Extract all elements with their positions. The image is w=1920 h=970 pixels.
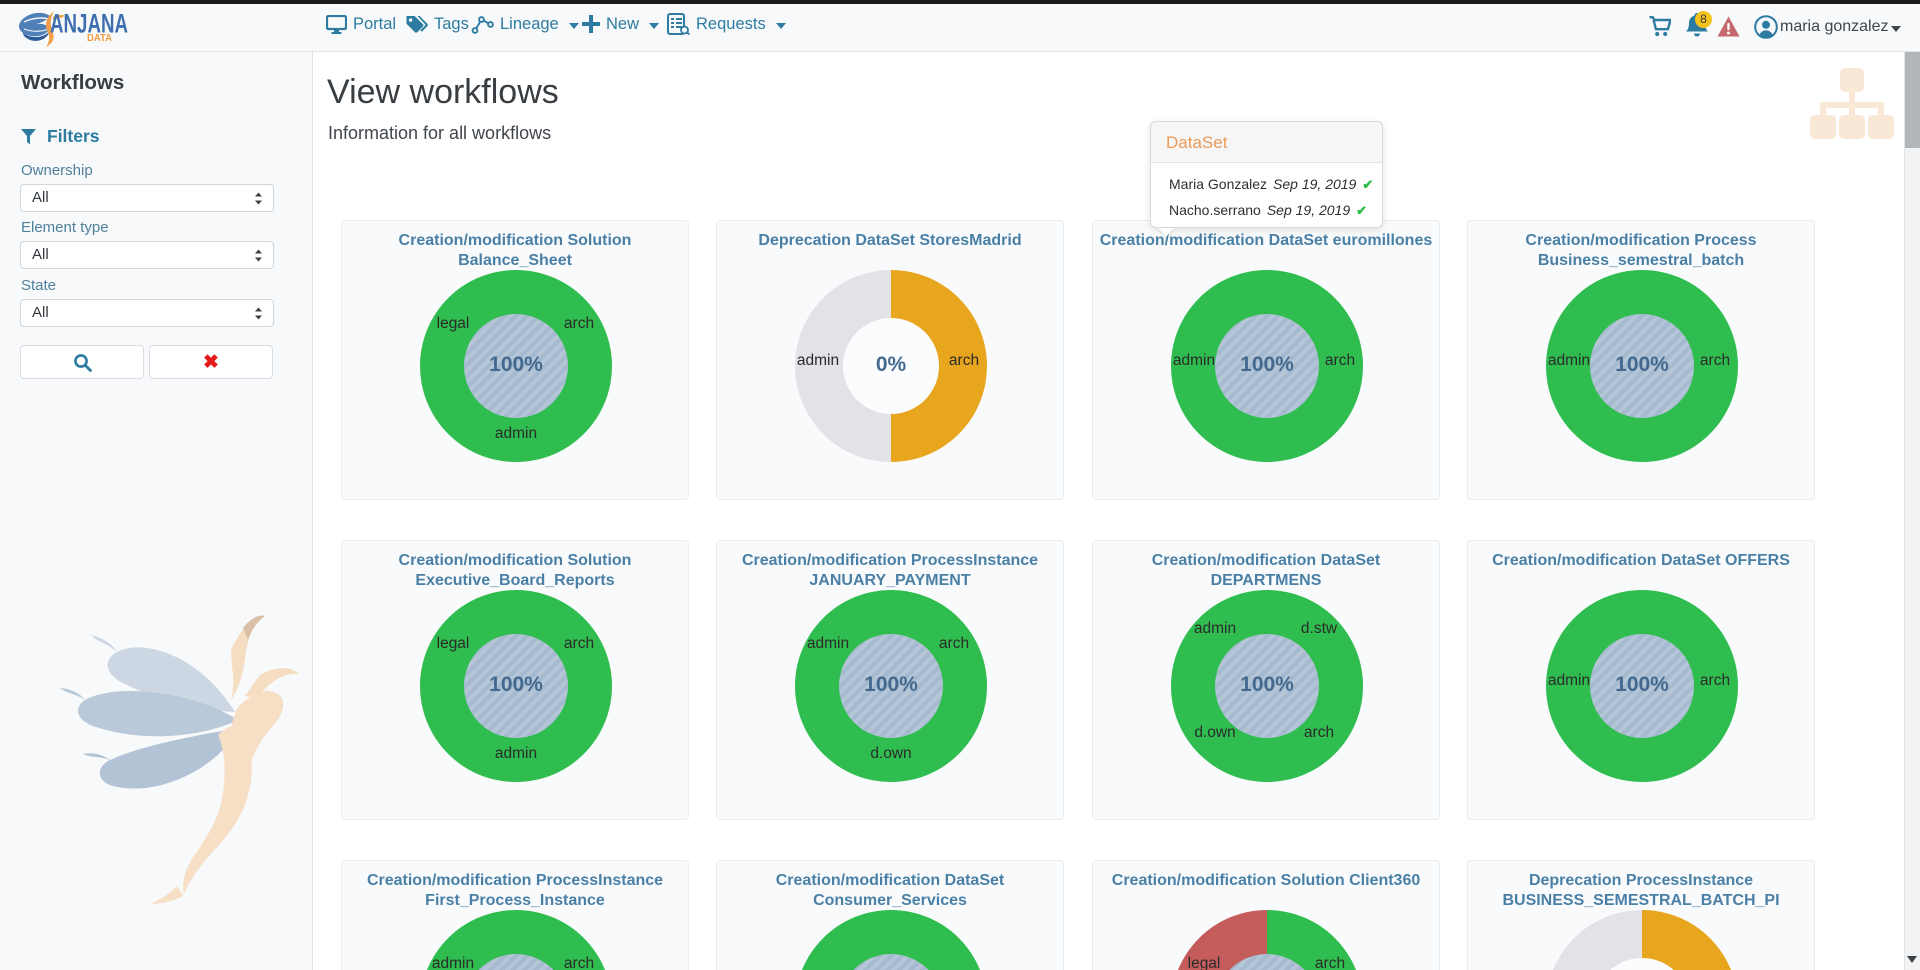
- svg-text:DATA: DATA: [87, 32, 112, 44]
